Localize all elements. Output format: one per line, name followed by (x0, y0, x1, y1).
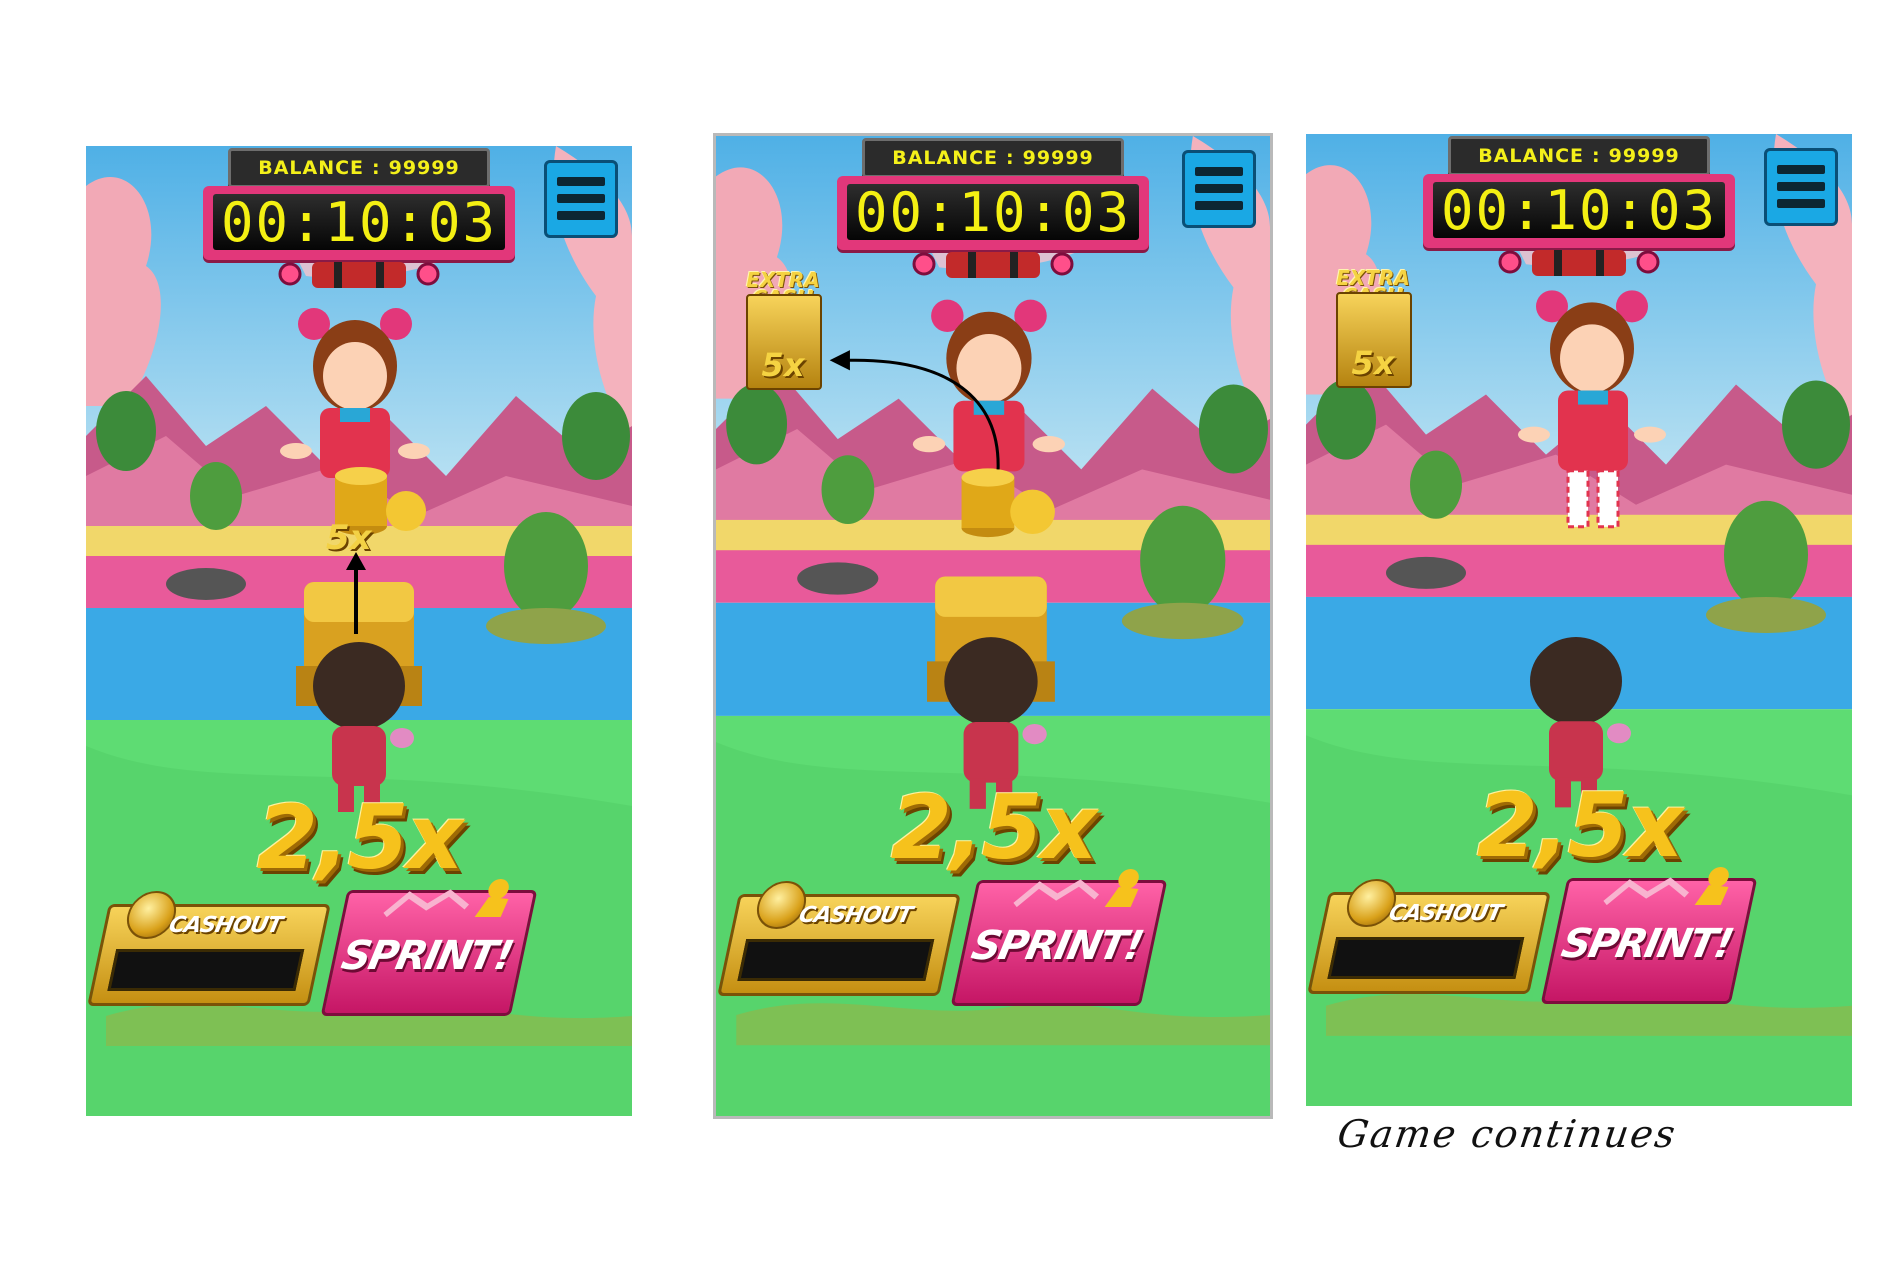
hamburger-menu-icon[interactable] (1182, 150, 1256, 228)
balance-separator: : (372, 157, 381, 179)
game-hud: BALANCE : 99999 00:10:03 2,5x CASHOUT SP… (716, 136, 1270, 1116)
game-hud: BALANCE : 99999 00:10:03 2,5x CASHOUT SP… (86, 146, 632, 1116)
balance-separator: : (1006, 147, 1015, 169)
countdown-timer: 00:10:03 (203, 186, 515, 260)
balance-display: BALANCE : 99999 (228, 148, 490, 188)
sprint-label: SPRINT! (337, 933, 517, 979)
timer-readout: 00:10:03 (847, 181, 1139, 244)
runner-icon (383, 879, 509, 917)
cashout-label: CASHOUT (1386, 901, 1504, 926)
cashout-button[interactable]: CASHOUT (1307, 879, 1551, 994)
cashout-amount-field (737, 939, 935, 981)
game-hud: BALANCE : 99999 00:10:03 2,5x CASHOUT SP… (1306, 134, 1852, 1106)
storyboard-caption: Game continues (1334, 1112, 1680, 1156)
cashout-button[interactable]: CASHOUT (87, 891, 331, 1006)
hamburger-menu-icon[interactable] (1764, 148, 1838, 226)
storyboard-panel-before: 5x BALANCE : 99999 00:10:03 2,5x CASHOUT… (86, 146, 632, 1116)
balance-display: BALANCE : 99999 (1448, 136, 1710, 176)
balance-label: BALANCE (1478, 145, 1585, 167)
balance-label: BALANCE (258, 157, 365, 179)
sprint-label: SPRINT! (1557, 921, 1737, 967)
timer-readout: 00:10:03 (213, 191, 505, 254)
sprint-button[interactable]: SPRINT! (950, 869, 1168, 1006)
bomb-icon (278, 262, 440, 288)
countdown-timer: 00:10:03 (1423, 174, 1735, 248)
sprint-button[interactable]: SPRINT! (1540, 867, 1758, 1004)
balance-value: 99999 (388, 157, 460, 179)
cashout-amount-field (107, 949, 305, 991)
runner-icon (1603, 867, 1729, 905)
timer-readout: 00:10:03 (1433, 179, 1725, 242)
balance-value: 99999 (1022, 147, 1094, 169)
sprint-label: SPRINT! (967, 923, 1147, 969)
balance-separator: : (1592, 145, 1601, 167)
balance-label: BALANCE (892, 147, 999, 169)
current-multiplier: 2,5x (256, 786, 464, 889)
cashout-amount-field (1327, 937, 1525, 979)
sprint-button[interactable]: SPRINT! (320, 879, 538, 1016)
balance-display: BALANCE : 99999 (862, 138, 1124, 178)
bomb-icon (912, 252, 1074, 278)
current-multiplier: 2,5x (1476, 774, 1684, 877)
storyboard-panel-transition: EXTRA CASH 5x BALANCE : 99999 00:10:03 2 (713, 133, 1273, 1119)
countdown-timer: 00:10:03 (837, 176, 1149, 250)
bomb-icon (1498, 250, 1660, 276)
runner-icon (1013, 869, 1139, 907)
balance-value: 99999 (1608, 145, 1680, 167)
cashout-label: CASHOUT (166, 913, 284, 938)
cashout-button[interactable]: CASHOUT (717, 881, 961, 996)
storyboard-panel-after: EXTRA CASH 5x BALANCE : 99999 00:10:03 2 (1306, 134, 1852, 1106)
hamburger-menu-icon[interactable] (544, 160, 618, 238)
cashout-label: CASHOUT (796, 903, 914, 928)
current-multiplier: 2,5x (890, 776, 1098, 879)
